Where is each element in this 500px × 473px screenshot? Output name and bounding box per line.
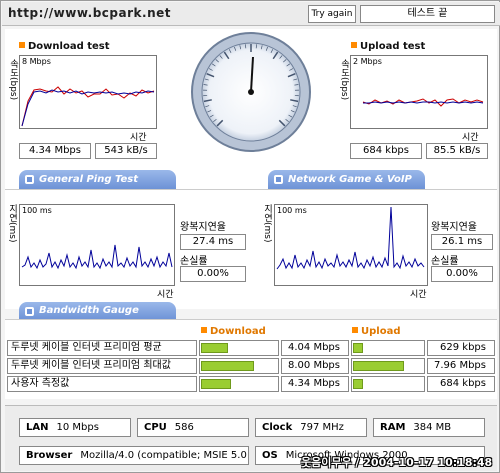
ping-left-ylabel: 지연(ms) [7, 204, 17, 243]
bandwidth-upload-value: 629 kbps [427, 340, 495, 356]
download-rate-value: 543 kB/s [95, 143, 157, 159]
tab-icon [25, 175, 34, 184]
bandwidth-download-title: Download [201, 326, 266, 337]
upload-rate-value: 85.5 kB/s [426, 143, 488, 159]
download-speed-value: 4.34 Mbps [19, 143, 91, 159]
upload-title-label: Upload test [360, 41, 426, 52]
cpu-value: 586 [174, 422, 194, 433]
bandwidth-download-bar [199, 340, 279, 356]
bandwidth-download-value: 8.00 Mbps [281, 358, 349, 374]
ping-right-rtt-value: 26.1 ms [431, 234, 493, 250]
ping-panel: 지연(ms) 100 ms 시간 왕복지연율 27.4 ms 손실률 0.00%… [5, 189, 497, 320]
cpu-info: CPU 586 [137, 418, 249, 437]
ping-left-chart: 100 ms [19, 204, 175, 286]
bandwidth-upload-bar [351, 376, 425, 392]
clock-value: 797 MHz [300, 422, 344, 433]
bandwidth-download-bar [199, 376, 279, 392]
download-chart: 8 Mbps [19, 55, 157, 129]
bandwidth-download-title-label: Download [210, 326, 266, 337]
bandwidth-upload-title-label: Upload [361, 326, 401, 337]
lan-label: LAN [26, 422, 49, 433]
top-bar: http://www.bcpark.net Try again 테스트 끝 [2, 2, 500, 26]
end-test-button[interactable]: 테스트 끝 [360, 5, 495, 23]
tab-general-ping[interactable]: General Ping Test [19, 170, 176, 189]
upload-speed-value: 684 kbps [350, 143, 422, 159]
cpu-label: CPU [144, 422, 167, 433]
ram-info: RAM 384 MB [373, 418, 485, 437]
try-again-button[interactable]: Try again [308, 5, 356, 23]
ping-left-loss-label: 손실률 [180, 256, 208, 267]
watermark: 웃음이무우 / 2004-10-17 10:18:48 [301, 456, 493, 469]
browser-value: Mozilla/4.0 (compatible; MSIE 5.0 [80, 450, 247, 461]
bandwidth-download-bar [199, 358, 279, 374]
tab-bandwidth-gauge-label: Bandwidth Gauge [39, 305, 139, 316]
ping-right-loss-value: 0.00% [431, 266, 493, 282]
bandwidth-row-label: 두루넷 케이블 인터넷 프리미엄 최대값 [7, 358, 197, 374]
ping-right-xlabel: 시간 [410, 290, 427, 300]
clock-info: Clock 797 MHz [255, 418, 367, 437]
upload-xlabel: 시간 [462, 133, 479, 143]
ram-value: 384 MB [413, 422, 452, 433]
download-chart-graph [21, 86, 155, 127]
tab-network-game[interactable]: Network Game & VoIP Test [268, 170, 425, 204]
upload-chart-graph [362, 98, 484, 107]
ram-label: RAM [380, 422, 406, 433]
os-label: OS [262, 450, 278, 461]
bandwidth-upload-fill [353, 343, 363, 353]
clock-label: Clock [262, 422, 293, 433]
bandwidth-upload-fill [353, 379, 363, 389]
ping-right-chart: 100 ms [274, 204, 428, 286]
tab-general-ping-label: General Ping Test [39, 174, 139, 185]
download-xlabel: 시간 [130, 133, 147, 143]
ping-right-ylabel: 지연(ms) [262, 204, 272, 243]
ping-left-graph [21, 244, 173, 270]
ping-right-rtt-label: 왕복지연율 [431, 222, 477, 233]
browser-label: Browser [26, 450, 73, 461]
bandwidth-download-fill [201, 343, 228, 353]
bandwidth-upload-title: Upload [352, 326, 400, 337]
ping-left-xlabel: 시간 [157, 290, 174, 300]
lan-value: 10 Mbps [56, 422, 99, 433]
bandwidth-row-label: 두루넷 케이블 인터넷 프리미엄 평균 [7, 340, 197, 356]
speedtest-window: http://www.bcpark.net Try again 테스트 끝 Do… [0, 0, 500, 473]
lan-info: LAN 10 Mbps [19, 418, 131, 437]
bandwidth-download-fill [201, 379, 231, 389]
bandwidth-upload-bar [351, 358, 425, 374]
download-title: Download test [19, 41, 110, 52]
bandwidth-row-label: 사용자 측정값 [7, 376, 197, 392]
bandwidth-upload-bar [351, 340, 425, 356]
bandwidth-panel: Download Upload 두루넷 케이블 인터넷 프리미엄 평균 4.04… [5, 319, 497, 399]
bandwidth-upload-value: 7.96 Mbps [427, 358, 495, 374]
browser-info: Browser Mozilla/4.0 (compatible; MSIE 5.0 [19, 446, 249, 465]
bandwidth-download-fill [201, 361, 254, 371]
bandwidth-download-value: 4.04 Mbps [281, 340, 349, 356]
ping-right-graph [276, 206, 425, 270]
speed-panel: Download test 속도(bps) 8 Mbps 시간 4.34 Mbp… [5, 29, 497, 204]
tab-bandwidth-gauge[interactable]: Bandwidth Gauge [19, 302, 176, 320]
tab-icon [274, 175, 283, 184]
site-url: http://www.bcpark.net [8, 6, 171, 20]
ping-left-loss-value: 0.00% [180, 266, 246, 282]
upload-chart: 2 Mbps [350, 55, 488, 129]
bandwidth-upload-fill [353, 361, 404, 371]
bandwidth-upload-value: 684 kbps [427, 376, 495, 392]
download-title-label: Download test [28, 41, 110, 52]
ping-left-rtt-value: 27.4 ms [180, 234, 246, 250]
upload-title: Upload test [351, 41, 425, 52]
speed-gauge [191, 32, 311, 152]
bullet-icon [351, 42, 357, 48]
bullet-icon [201, 327, 207, 333]
bullet-icon [19, 42, 25, 48]
tab-icon [25, 307, 34, 316]
ping-right-loss-label: 손실률 [431, 256, 459, 267]
bullet-icon [352, 327, 358, 333]
bandwidth-download-value: 4.34 Mbps [281, 376, 349, 392]
ping-left-rtt-label: 왕복지연율 [180, 222, 226, 233]
